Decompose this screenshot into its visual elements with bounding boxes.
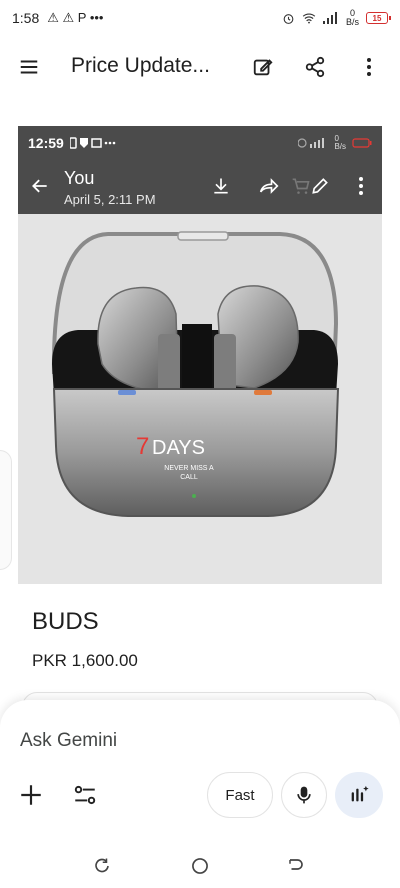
- sender-name: You: [64, 168, 95, 188]
- inner-status-right: 0 B/s: [298, 135, 372, 151]
- inner-more-icon: [359, 177, 363, 195]
- overlay-line-2: CALL: [180, 474, 198, 481]
- notification-icons: ⚠ ⚠ P •••: [47, 10, 104, 25]
- product-price: PKR 1,600.00: [32, 651, 138, 670]
- side-panel-handle[interactable]: [0, 450, 12, 570]
- overlay-days-number: 7: [136, 433, 149, 460]
- forward-icon: [259, 178, 279, 194]
- model-mode-button[interactable]: Fast: [207, 772, 273, 818]
- wifi-icon: [302, 13, 316, 24]
- back-arrow-icon: [32, 179, 47, 193]
- more-vert-icon: [367, 58, 371, 76]
- message-timestamp: April 5, 2:11 PM: [64, 192, 156, 207]
- status-right: 0 B/s 15: [282, 8, 391, 27]
- overlay-line-1: NEVER MISS A: [164, 465, 214, 472]
- inner-speed: 0 B/s: [334, 134, 346, 151]
- edit-button[interactable]: [250, 54, 276, 80]
- battery-icon: 15: [366, 12, 391, 24]
- cart-icon: [292, 178, 310, 194]
- inner-app-bar: You April 5, 2:11 PM: [18, 160, 382, 214]
- back-button[interactable]: [282, 852, 310, 880]
- download-icon: [214, 178, 228, 194]
- home-button[interactable]: [186, 852, 214, 880]
- gemini-live-button[interactable]: [335, 772, 383, 818]
- voice-input-button[interactable]: [281, 772, 327, 818]
- overlay-days-word: DAYS: [152, 437, 205, 459]
- page-title: Price Update...: [71, 54, 210, 77]
- home-icon: [192, 858, 208, 874]
- menu-icon[interactable]: [18, 56, 40, 78]
- network-speed: 0 B/s: [345, 8, 359, 27]
- recents-button[interactable]: [88, 852, 116, 880]
- edit-icon: [253, 59, 273, 76]
- earbuds-case-photo: 7 DAYS NEVER MISS A CALL: [18, 214, 382, 584]
- status-time: 1:58: [12, 10, 40, 26]
- inner-status-time: 12:59: [28, 135, 64, 151]
- inner-battery-icon: [352, 138, 372, 148]
- status-bar: 1:58 ⚠ ⚠ P ••• 0 B/s 15: [0, 0, 400, 36]
- back-icon: [289, 859, 303, 870]
- product-name: BUDS: [32, 608, 99, 635]
- recents-icon: [95, 858, 109, 873]
- tune-icon[interactable]: [72, 782, 98, 808]
- inner-signal-icon: [298, 138, 325, 148]
- inner-notification-icons: [69, 137, 116, 149]
- share-icon: [305, 56, 325, 78]
- share-button[interactable]: [302, 54, 328, 80]
- gemini-input[interactable]: Ask Gemini: [20, 730, 117, 752]
- system-nav-bar: [0, 848, 400, 888]
- add-icon[interactable]: [18, 782, 44, 808]
- shared-image[interactable]: 12:59 0 B/s You April 5, 2:11 PM 7 DAYS …: [18, 126, 382, 584]
- mic-icon: [297, 786, 311, 804]
- app-bar: Price Update...: [0, 36, 400, 98]
- pen-icon: [312, 178, 328, 194]
- more-options-button[interactable]: [356, 54, 382, 80]
- live-icon: [351, 785, 369, 802]
- inner-status-bar: 12:59 0 B/s: [18, 126, 382, 160]
- alarm-icon: [283, 13, 294, 24]
- signal-icon: [322, 12, 337, 24]
- gemini-sheet: Ask Gemini Fast: [0, 700, 400, 848]
